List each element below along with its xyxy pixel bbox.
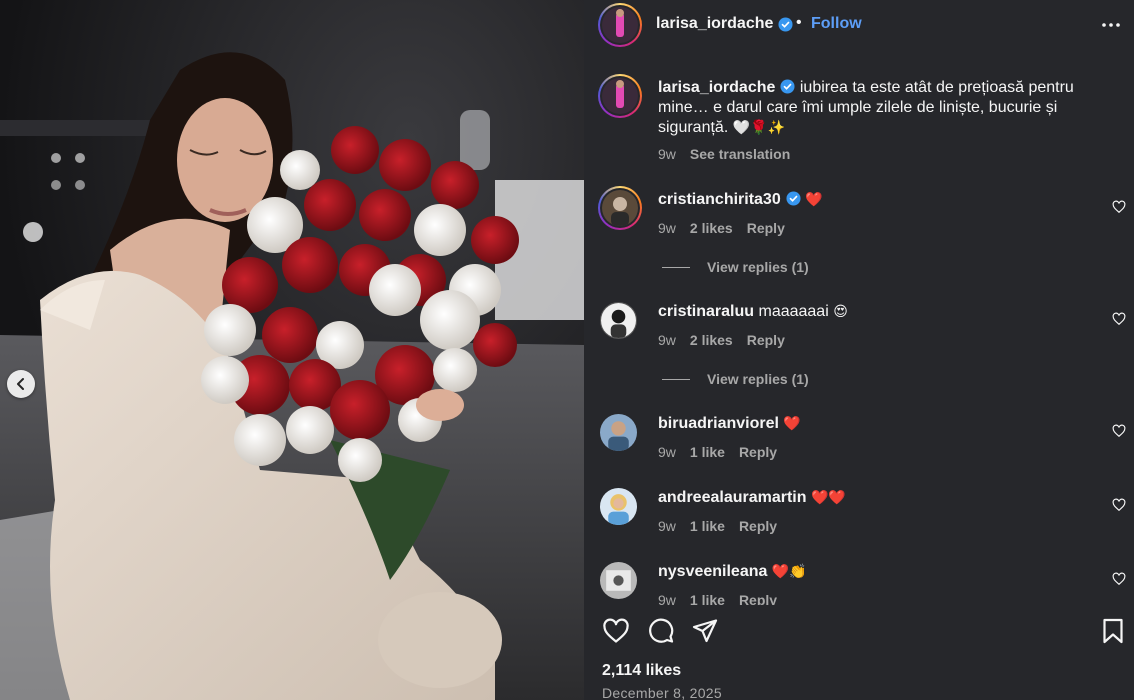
post-actions-bar	[584, 605, 1134, 655]
commenter-username[interactable]: cristianchirita30	[658, 191, 781, 208]
post-header: larisa_iordache • Follow	[584, 0, 1134, 50]
verified-badge-icon	[786, 191, 801, 206]
follow-button[interactable]: Follow	[811, 15, 862, 33]
caption-text: larisa_iordache iubirea ta este atât de …	[658, 78, 1088, 138]
heart-icon[interactable]	[1112, 424, 1126, 438]
comment-emoji: ❤️	[805, 192, 823, 208]
view-replies-button[interactable]: View replies (1)	[662, 259, 809, 275]
comment-likes[interactable]: 2 likes	[690, 220, 733, 236]
comment-likes[interactable]: 1 like	[690, 592, 725, 605]
post-side-panel: larisa_iordache • Follow larisa_iordache…	[584, 0, 1134, 700]
bookmark-icon[interactable]	[1099, 617, 1127, 645]
comment-time: 9w	[658, 518, 676, 534]
likes-count[interactable]: 2,114 likes	[602, 662, 681, 680]
commenter-username[interactable]: biruadrianviorel	[658, 415, 779, 432]
commenter-avatar[interactable]	[600, 414, 637, 451]
comment-meta: 9w 1 like Reply	[658, 518, 777, 534]
commenter-username[interactable]: nysveenileana	[658, 563, 767, 580]
comment-emoji: ❤️❤️	[810, 490, 846, 506]
caption-time: 9w	[658, 146, 676, 162]
commenter-username[interactable]: andreealauramartin	[658, 489, 807, 506]
comment-meta: 9w 1 like Reply	[658, 592, 777, 605]
comment-meta: 9w 1 like Reply	[658, 444, 777, 460]
like-heart-icon[interactable]	[602, 617, 630, 645]
comment-text: cristianchirita30 ❤️	[658, 190, 1088, 210]
comment-icon[interactable]	[647, 617, 675, 645]
view-replies-label: View replies (1)	[707, 259, 809, 275]
see-translation-button[interactable]: See translation	[690, 146, 790, 162]
reply-button[interactable]: Reply	[739, 444, 777, 460]
previous-photo-button[interactable]	[7, 370, 35, 398]
reply-button[interactable]: Reply	[747, 220, 785, 236]
comment-text: cristinaraluu maaaaaai 😍	[658, 302, 1088, 322]
comment-emoji: ❤️👏	[771, 564, 807, 580]
verified-badge-icon	[780, 79, 795, 94]
reply-button[interactable]: Reply	[739, 518, 777, 534]
commenter-username[interactable]: cristinaraluu	[658, 303, 754, 320]
comment-emoji: ❤️	[783, 416, 801, 432]
heart-icon[interactable]	[1112, 572, 1126, 586]
comment-time: 9w	[658, 220, 676, 236]
caption-meta: 9w See translation	[658, 146, 790, 162]
comment-meta: 9w 2 likes Reply	[658, 220, 785, 236]
view-replies-button[interactable]: View replies (1)	[662, 371, 809, 387]
separator-dot: •	[796, 14, 802, 31]
comment-likes[interactable]: 1 like	[690, 518, 725, 534]
commenter-avatar[interactable]	[600, 302, 637, 339]
commenter-avatar[interactable]	[598, 186, 642, 230]
author-avatar[interactable]	[598, 3, 642, 47]
comment-likes[interactable]: 1 like	[690, 444, 725, 460]
replies-divider	[662, 378, 690, 380]
comment-text: nysveenileana ❤️👏	[658, 562, 1088, 582]
commenter-avatar[interactable]	[600, 488, 637, 525]
caption-author-avatar[interactable]	[598, 74, 642, 118]
comment-text: biruadrianviorel ❤️	[658, 414, 1088, 434]
author-username[interactable]: larisa_iordache	[656, 15, 793, 33]
post-media[interactable]	[0, 0, 584, 700]
caption-username[interactable]: larisa_iordache	[658, 79, 775, 96]
commenter-avatar[interactable]	[600, 562, 637, 599]
reply-button[interactable]: Reply	[747, 332, 785, 348]
comment-time: 9w	[658, 332, 676, 348]
replies-divider	[662, 266, 690, 268]
heart-icon[interactable]	[1112, 498, 1126, 512]
share-icon[interactable]	[691, 617, 719, 645]
post-photo	[0, 0, 584, 700]
post-date[interactable]: December 8, 2025	[602, 685, 722, 700]
chevron-left-icon	[17, 378, 24, 390]
comment-text: andreealauramartin ❤️❤️	[658, 488, 1088, 508]
caption-emojis: 🤍🌹✨	[732, 120, 786, 136]
author-username-text[interactable]: larisa_iordache	[656, 15, 773, 33]
comment-body: maaaaaai	[758, 303, 829, 320]
comments-list[interactable]: larisa_iordache iubirea ta este atât de …	[584, 50, 1134, 605]
reply-button[interactable]: Reply	[739, 592, 777, 605]
comment-time: 9w	[658, 592, 676, 605]
comment-time: 9w	[658, 444, 676, 460]
comment-likes[interactable]: 2 likes	[690, 332, 733, 348]
comment-emoji: 😍	[833, 304, 848, 320]
view-replies-label: View replies (1)	[707, 371, 809, 387]
heart-icon[interactable]	[1112, 312, 1126, 326]
more-horizontal-icon[interactable]	[1101, 18, 1121, 32]
comment-meta: 9w 2 likes Reply	[658, 332, 785, 348]
verified-badge-icon	[778, 16, 793, 32]
heart-icon[interactable]	[1112, 200, 1126, 214]
